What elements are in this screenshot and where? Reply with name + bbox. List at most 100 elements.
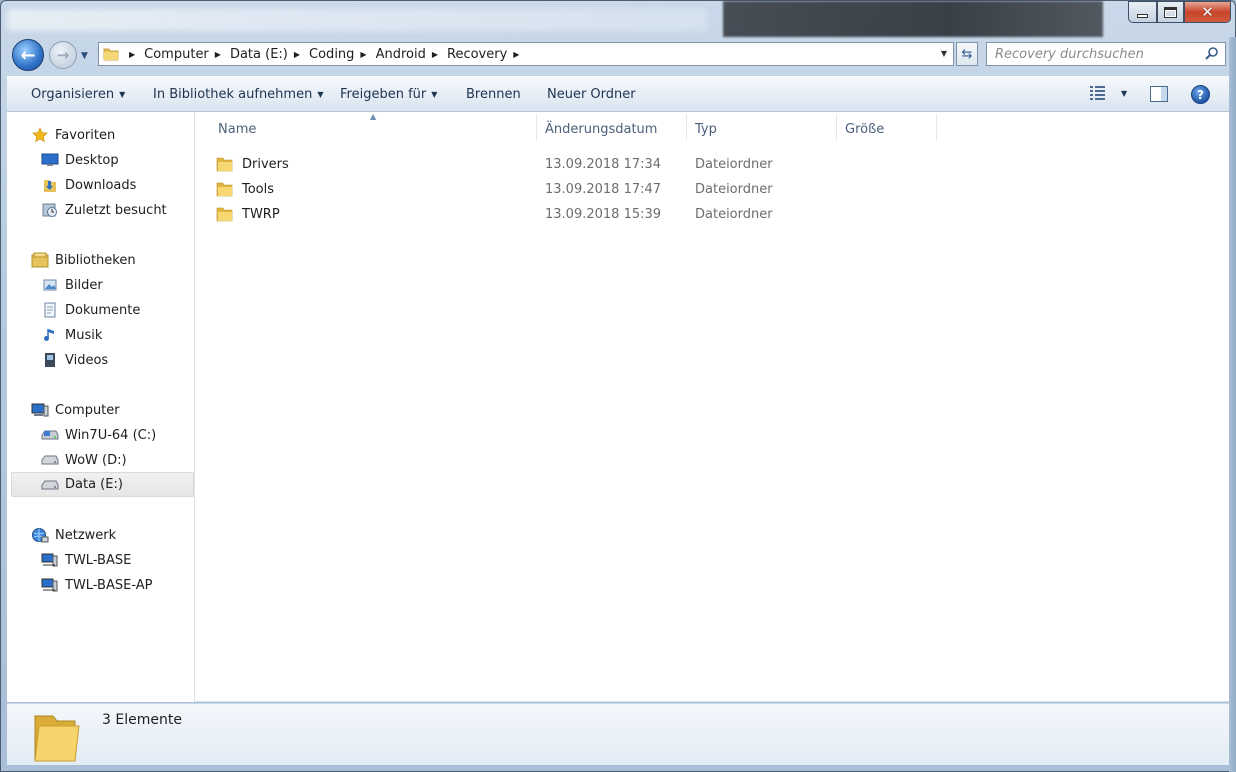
column-header-name[interactable]: Name bbox=[196, 112, 536, 146]
column-divider[interactable] bbox=[836, 114, 837, 140]
breadcrumb: ▶ Computer ▶ Data (E:) ▶ Coding ▶ Androi… bbox=[125, 47, 528, 62]
breadcrumb-item-android[interactable]: Android bbox=[376, 47, 426, 62]
sidebar-item-pictures[interactable]: Bilder bbox=[41, 273, 103, 297]
documents-icon bbox=[41, 302, 59, 318]
breadcrumb-arrow-icon[interactable]: ▶ bbox=[129, 50, 135, 59]
breadcrumb-arrow-icon[interactable]: ▶ bbox=[215, 50, 221, 59]
breadcrumb-item-coding[interactable]: Coding bbox=[309, 47, 354, 62]
folder-large-icon bbox=[34, 715, 80, 762]
sidebar-item-desktop[interactable]: Desktop bbox=[41, 148, 119, 172]
drive-icon bbox=[41, 452, 59, 468]
maximize-icon bbox=[1164, 6, 1177, 18]
column-header-size[interactable]: Größe bbox=[838, 112, 936, 146]
libraries-icon bbox=[31, 252, 49, 268]
column-divider[interactable] bbox=[536, 114, 537, 140]
address-dropdown-icon[interactable]: ▼ bbox=[941, 49, 947, 58]
include-library-button[interactable]: In Bibliothek aufnehmen ▼ bbox=[153, 87, 323, 102]
desktop-icon bbox=[41, 152, 59, 168]
file-type: Dateiordner bbox=[695, 156, 773, 172]
column-header-type[interactable]: Typ bbox=[688, 112, 836, 146]
file-list: ▲ Name Änderungsdatum Typ Größe Drivers … bbox=[196, 112, 1229, 702]
minimize-button[interactable] bbox=[1128, 1, 1157, 23]
music-icon bbox=[41, 327, 59, 343]
details-view-icon bbox=[1090, 86, 1105, 100]
folder-icon bbox=[216, 157, 233, 172]
organize-button[interactable]: Organisieren ▼ bbox=[31, 87, 125, 102]
window-controls: ✕ bbox=[1128, 1, 1231, 23]
file-name: Drivers bbox=[242, 156, 289, 172]
burn-label: Brennen bbox=[466, 87, 521, 102]
breadcrumb-item-recovery[interactable]: Recovery bbox=[447, 47, 507, 62]
folder-icon bbox=[216, 207, 233, 222]
details-pane: 3 Elemente bbox=[7, 703, 1229, 765]
search-icon[interactable] bbox=[1204, 46, 1220, 62]
burn-button[interactable]: Brennen bbox=[466, 87, 521, 102]
sidebar-item-network[interactable]: Netzwerk bbox=[31, 523, 116, 547]
table-row[interactable]: TWRP 13.09.2018 15:39 Dateiordner bbox=[216, 202, 796, 226]
new-folder-button[interactable]: Neuer Ordner bbox=[547, 87, 636, 102]
content-area: Favoriten Desktop Downloads Zuletzt besu… bbox=[7, 112, 1229, 702]
sidebar-item-computer[interactable]: Computer bbox=[31, 398, 120, 422]
sidebar-item-drive-c[interactable]: Win7U-64 (C:) bbox=[41, 423, 156, 447]
help-button[interactable]: ? bbox=[1191, 85, 1210, 104]
change-view-button[interactable]: ▼ bbox=[1089, 85, 1127, 101]
breadcrumb-arrow-icon[interactable]: ▶ bbox=[360, 50, 366, 59]
folder-icon bbox=[216, 182, 233, 197]
folder-icon bbox=[103, 48, 119, 61]
star-icon bbox=[31, 127, 49, 143]
share-label: Freigeben für bbox=[340, 87, 427, 102]
sidebar-item-videos[interactable]: Videos bbox=[41, 348, 108, 372]
history-dropdown-button[interactable]: ▼ bbox=[81, 51, 88, 61]
background-window-blur bbox=[723, 1, 1103, 37]
caret-down-icon[interactable]: ▼ bbox=[1121, 89, 1127, 98]
sidebar-item-documents[interactable]: Dokumente bbox=[41, 298, 140, 322]
sidebar-item-label: TWL-BASE-AP bbox=[65, 577, 153, 593]
close-icon: ✕ bbox=[1201, 2, 1214, 21]
sidebar-item-label: Computer bbox=[55, 402, 120, 418]
sidebar-item-recent-places[interactable]: Zuletzt besucht bbox=[41, 198, 167, 222]
breadcrumb-arrow-icon[interactable]: ▶ bbox=[294, 50, 300, 59]
sidebar-item-twl-base[interactable]: TWL-BASE bbox=[41, 548, 131, 572]
search-input[interactable] bbox=[995, 46, 1195, 62]
title-bar: ✕ bbox=[1, 1, 1235, 37]
refresh-button[interactable]: ⇆ bbox=[956, 42, 978, 66]
sidebar-item-label: Favoriten bbox=[55, 127, 116, 143]
breadcrumb-arrow-icon[interactable]: ▶ bbox=[513, 50, 519, 59]
sidebar-item-music[interactable]: Musik bbox=[41, 323, 102, 347]
new-folder-label: Neuer Ordner bbox=[547, 87, 636, 102]
maximize-button[interactable] bbox=[1157, 1, 1184, 23]
sidebar-item-label: Win7U-64 (C:) bbox=[65, 427, 157, 443]
preview-pane-button[interactable] bbox=[1150, 86, 1168, 102]
item-count: 3 Elemente bbox=[102, 712, 182, 728]
organize-label: Organisieren bbox=[31, 87, 115, 102]
column-divider[interactable] bbox=[686, 114, 687, 140]
breadcrumb-item-computer[interactable]: Computer bbox=[144, 47, 209, 62]
table-row[interactable]: Drivers 13.09.2018 17:34 Dateiordner bbox=[216, 152, 796, 176]
forward-button[interactable]: → bbox=[49, 41, 77, 69]
sidebar-item-drive-d[interactable]: WoW (D:) bbox=[41, 448, 127, 472]
column-header-label: Name bbox=[218, 121, 257, 137]
breadcrumb-item-data-e[interactable]: Data (E:) bbox=[230, 47, 288, 62]
share-button[interactable]: Freigeben für ▼ bbox=[340, 87, 437, 102]
caret-down-icon: ▼ bbox=[317, 90, 324, 99]
search-box[interactable] bbox=[986, 42, 1226, 66]
sidebar-item-label: Downloads bbox=[65, 177, 137, 193]
sidebar-item-downloads[interactable]: Downloads bbox=[41, 173, 136, 197]
sidebar-item-drive-e[interactable]: Data (E:) bbox=[11, 472, 194, 497]
back-button[interactable]: ← bbox=[12, 39, 44, 71]
sidebar-item-twl-base-ap[interactable]: TWL-BASE-AP bbox=[41, 573, 152, 597]
column-divider[interactable] bbox=[936, 114, 937, 140]
close-button[interactable]: ✕ bbox=[1184, 1, 1231, 23]
breadcrumb-arrow-icon[interactable]: ▶ bbox=[432, 50, 438, 59]
sidebar-item-libraries[interactable]: Bibliotheken bbox=[31, 248, 136, 272]
column-header-date[interactable]: Änderungsdatum bbox=[538, 112, 686, 146]
navigation-pane: Favoriten Desktop Downloads Zuletzt besu… bbox=[7, 112, 195, 702]
address-bar[interactable]: ▶ Computer ▶ Data (E:) ▶ Coding ▶ Androi… bbox=[98, 42, 954, 66]
sidebar-item-favorites[interactable]: Favoriten bbox=[31, 123, 115, 147]
sidebar-item-label: Bibliotheken bbox=[55, 252, 136, 268]
table-row[interactable]: Tools 13.09.2018 17:47 Dateiordner bbox=[216, 177, 796, 201]
computer-icon bbox=[31, 402, 49, 418]
caret-down-icon: ▼ bbox=[119, 90, 126, 99]
column-header-label: Änderungsdatum bbox=[545, 121, 658, 137]
caret-down-icon: ▼ bbox=[431, 90, 438, 99]
